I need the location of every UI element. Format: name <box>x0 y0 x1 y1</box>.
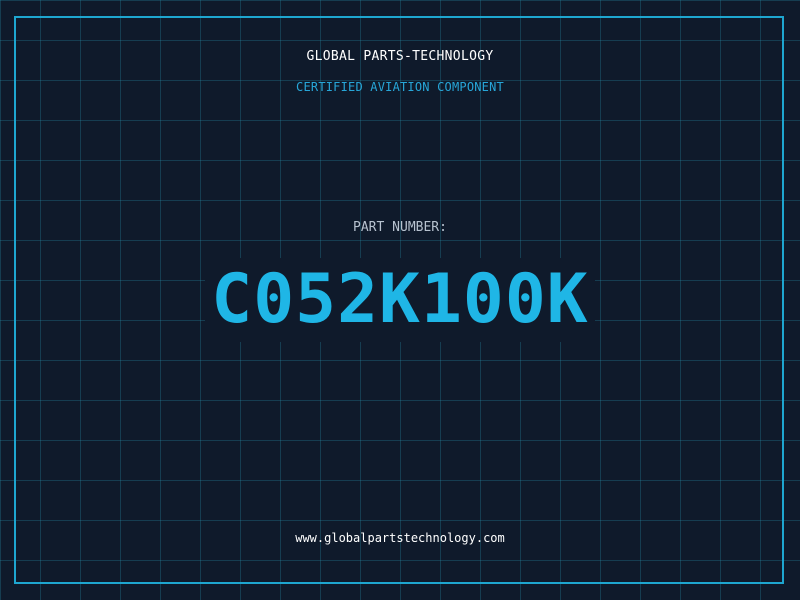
label-canvas: GLOBAL PARTS-TECHNOLOGY CERTIFIED AVIATI… <box>0 0 800 600</box>
website-url: www.globalpartstechnology.com <box>295 531 505 545</box>
part-number-value: C052K100K <box>211 260 589 339</box>
part-number-container: C052K100K <box>0 255 800 345</box>
part-number-backdrop: C052K100K <box>205 258 595 342</box>
part-number-label: PART NUMBER: <box>353 220 447 235</box>
company-name: GLOBAL PARTS-TECHNOLOGY <box>306 49 494 64</box>
certification-subtitle: CERTIFIED AVIATION COMPONENT <box>296 80 504 94</box>
